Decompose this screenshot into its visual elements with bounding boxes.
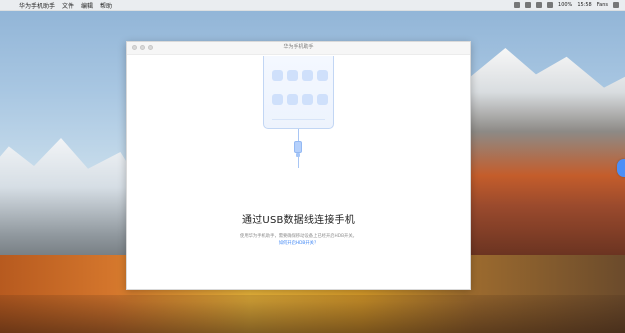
hdb-help-link[interactable]: 如何开启HDB开关？	[127, 240, 470, 246]
app-icon	[287, 94, 298, 105]
battery-percent: 100%	[558, 2, 573, 8]
status-area: 100% 15:58 Fans	[514, 0, 619, 10]
menu-item-help[interactable]: 帮助	[100, 1, 112, 10]
right-mountain	[468, 48, 625, 268]
window-titlebar: 华为手机助手	[127, 42, 470, 55]
status-icon-2[interactable]	[525, 2, 532, 8]
status-icon-1[interactable]	[514, 2, 521, 8]
app-icon	[272, 94, 283, 105]
floating-tab-icon[interactable]	[617, 159, 625, 177]
app-icon	[317, 70, 328, 81]
battery-icon[interactable]	[547, 2, 554, 8]
clock-time[interactable]: 15:58	[577, 2, 591, 8]
app-icon	[302, 70, 313, 81]
menu-item-edit[interactable]: 编辑	[81, 1, 93, 10]
menu-item-file[interactable]: 文件	[62, 1, 74, 10]
app-window: 华为手机助手 通过USB数据线连接手机 使用华为手机助手，需要确保移动设备上已经…	[126, 41, 471, 290]
phone-bottom-line	[272, 119, 325, 120]
window-title: 华为手机助手	[283, 44, 314, 50]
usb-cable-tail-icon	[298, 157, 299, 168]
menu-app-name[interactable]: 华为手机助手	[19, 1, 55, 10]
connection-description: 使用华为手机助手，需要确保移动设备上已经开启HDB开关。	[240, 234, 357, 239]
app-icon	[287, 70, 298, 81]
wifi-icon[interactable]	[536, 2, 543, 8]
app-icon	[302, 94, 313, 105]
page-heading: 通过USB数据线连接手机	[242, 215, 355, 226]
menu-bar: 华为手机助手 文件 编辑 帮助 100% 15:58 Fans	[0, 0, 625, 11]
forest-shadow	[0, 295, 625, 333]
usb-plug-icon	[294, 141, 302, 153]
app-icon	[317, 94, 328, 105]
search-icon[interactable]	[613, 2, 619, 8]
phone-illustration-icon	[263, 56, 334, 129]
app-grid	[272, 70, 328, 108]
user-name[interactable]: Fans	[597, 2, 608, 8]
app-icon	[272, 70, 283, 81]
